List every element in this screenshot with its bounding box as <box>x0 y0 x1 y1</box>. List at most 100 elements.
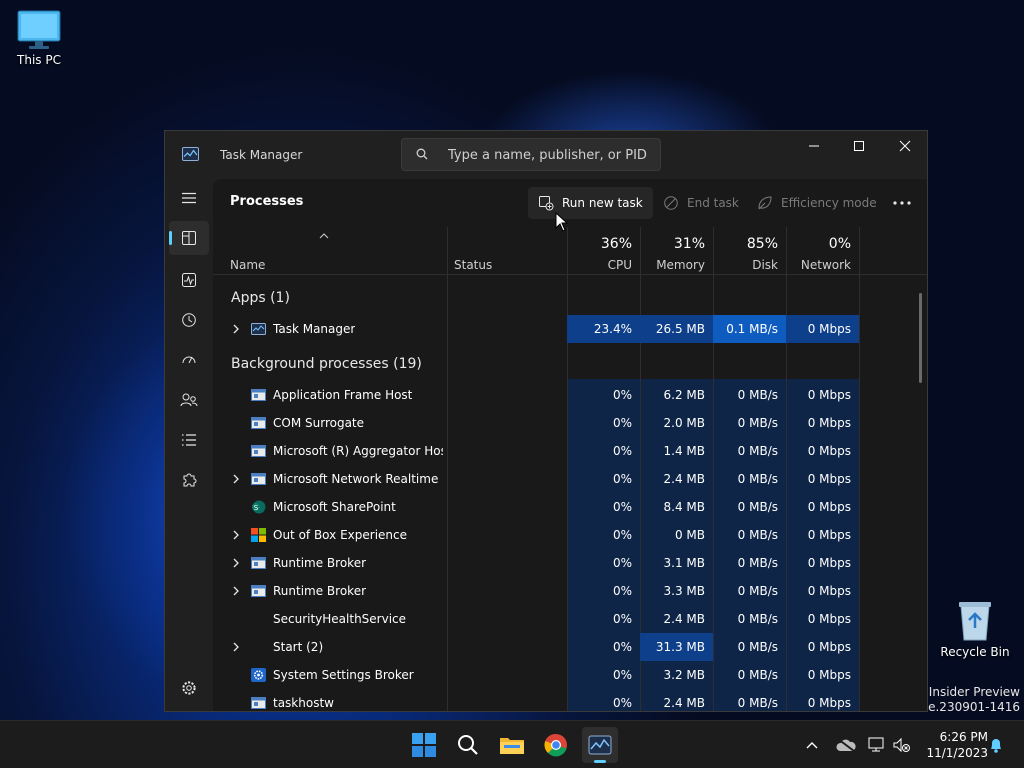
table-row[interactable]: taskhostw 0% 2.4 MB 0 MB/s 0 Mbps <box>213 689 927 711</box>
svg-text:S: S <box>254 504 259 512</box>
start-button[interactable] <box>406 727 442 763</box>
table-row[interactable]: COM Surrogate 0% 2.0 MB 0 MB/s 0 Mbps <box>213 409 927 437</box>
network-cell: 0 Mbps <box>807 584 851 598</box>
chevron-right-icon[interactable] <box>231 641 241 653</box>
minimize-button[interactable] <box>791 131 837 161</box>
run-new-task-button[interactable]: Run new task <box>528 187 653 219</box>
processes-icon <box>182 231 196 245</box>
notifications-button[interactable] <box>986 735 1006 755</box>
column-cpu[interactable]: 36% CPU <box>567 227 640 275</box>
cpu-cell: 0% <box>612 556 632 570</box>
efficiency-mode-label: Efficiency mode <box>781 196 877 210</box>
cpu-cell: 0% <box>612 528 632 542</box>
column-network[interactable]: 0% Network <box>786 227 859 275</box>
column-status[interactable]: Status <box>447 227 567 275</box>
cpu-cell: 0% <box>612 696 632 710</box>
puzzle-icon <box>183 473 197 487</box>
column-disk[interactable]: 85% Disk <box>713 227 786 275</box>
running-indicator <box>594 760 606 763</box>
speaker-muted-icon <box>893 737 910 753</box>
close-button[interactable] <box>882 131 927 161</box>
column-name[interactable]: Name <box>213 227 447 275</box>
title-bar[interactable]: Task Manager <box>165 131 927 179</box>
gear-icon <box>182 681 196 695</box>
process-name: Runtime Broker <box>273 584 367 598</box>
run-task-icon <box>539 196 554 211</box>
nav-startup-apps[interactable] <box>169 343 209 377</box>
group-header-apps[interactable]: Apps (1) <box>231 290 290 306</box>
taskbar-search-button[interactable] <box>450 727 486 763</box>
vertical-scrollbar[interactable] <box>919 293 922 383</box>
processes-panel: Processes Run new task End task Efficien… <box>213 179 927 711</box>
navigation-rail <box>165 179 213 711</box>
table-row[interactable]: Runtime Broker 0% 3.3 MB 0 MB/s 0 Mbps <box>213 577 927 605</box>
window-title: Task Manager <box>220 148 303 162</box>
cpu-cell: 0% <box>612 472 632 486</box>
disk-cell: 0 MB/s <box>737 528 778 542</box>
nav-users[interactable] <box>169 383 209 417</box>
nav-services[interactable] <box>169 463 209 497</box>
chrome-button[interactable] <box>538 727 574 763</box>
chevron-right-icon[interactable] <box>231 323 241 335</box>
cpu-cell: 0% <box>612 584 632 598</box>
leaf-icon <box>758 196 772 210</box>
nav-settings[interactable] <box>169 671 209 705</box>
chevron-right-icon[interactable] <box>231 585 241 597</box>
desktop-icon-recycle-bin[interactable]: Recycle Bin <box>940 598 1010 659</box>
table-row[interactable]: Out of Box Experience 0% 0 MB 0 MB/s 0 M… <box>213 521 927 549</box>
table-row[interactable]: Task Manager 23.4% 26.5 MB 0.1 MB/s 0 Mb… <box>213 315 927 343</box>
column-memory[interactable]: 31% Memory <box>640 227 713 275</box>
settings-gear-process-icon <box>251 668 266 682</box>
watermark-line1: ro Insider Preview <box>912 685 1020 699</box>
disk-cell: 0 MB/s <box>737 388 778 402</box>
end-task-button[interactable]: End task <box>653 187 749 219</box>
nav-app-history[interactable] <box>169 303 209 337</box>
maximize-button[interactable] <box>836 131 882 161</box>
table-row[interactable]: Runtime Broker 0% 3.1 MB 0 MB/s 0 Mbps <box>213 549 927 577</box>
table-row[interactable]: SecurityHealthService 0% 2.4 MB 0 MB/s 0… <box>213 605 927 633</box>
table-row[interactable]: System Settings Broker 0% 3.2 MB 0 MB/s … <box>213 661 927 689</box>
nav-processes[interactable] <box>169 221 209 255</box>
task-manager-taskbar-button[interactable] <box>582 727 618 763</box>
memory-cell: 26.5 MB <box>640 315 713 343</box>
window-process-icon <box>251 445 266 457</box>
close-icon <box>899 140 911 152</box>
cpu-cell: 0% <box>612 668 632 682</box>
network-cell: 0 Mbps <box>807 472 851 486</box>
window-process-icon <box>251 417 266 429</box>
table-row[interactable]: Start (2) 0% 31.3 MB 0 MB/s 0 Mbps <box>213 633 927 661</box>
volume-tray-icon[interactable] <box>892 735 912 755</box>
efficiency-mode-button[interactable]: Efficiency mode <box>747 187 887 219</box>
more-options-button[interactable] <box>885 187 919 219</box>
show-hidden-icons-button[interactable] <box>804 735 820 755</box>
table-row[interactable]: S Microsoft SharePoint 0% 8.4 MB 0 MB/s … <box>213 493 927 521</box>
network-cell: 0 Mbps <box>807 612 851 626</box>
onedrive-tray-icon[interactable] <box>834 735 858 755</box>
window-process-icon <box>251 557 266 569</box>
more-icon <box>893 201 911 205</box>
minimize-icon <box>809 145 819 147</box>
hamburger-icon <box>182 192 196 204</box>
table-row[interactable]: Microsoft Network Realtime I... 0% 2.4 M… <box>213 465 927 493</box>
search-input[interactable] <box>448 145 648 165</box>
process-name: COM Surrogate <box>273 416 365 430</box>
chevron-right-icon[interactable] <box>231 473 241 485</box>
search-box[interactable] <box>401 138 661 171</box>
monitor-icon <box>17 10 61 49</box>
desktop-icon-this-pc[interactable]: This PC <box>4 10 74 67</box>
file-explorer-button[interactable] <box>494 727 530 763</box>
network-tray-icon[interactable] <box>866 735 888 755</box>
active-indicator <box>169 231 172 245</box>
chevron-right-icon[interactable] <box>231 557 241 569</box>
nav-menu-button[interactable] <box>169 181 209 215</box>
nav-details[interactable] <box>169 423 209 457</box>
group-header-background[interactable]: Background processes (19) <box>231 356 422 372</box>
nav-performance[interactable] <box>169 263 209 297</box>
table-row[interactable]: Microsoft (R) Aggregator Host 0% 1.4 MB … <box>213 437 927 465</box>
table-row[interactable]: Application Frame Host 0% 6.2 MB 0 MB/s … <box>213 381 927 409</box>
taskbar-clock[interactable]: 6:26 PM 11/1/2023 <box>918 729 988 761</box>
page-title: Processes <box>230 194 304 209</box>
chevron-right-icon[interactable] <box>231 529 241 541</box>
network-cell: 0 Mbps <box>807 416 851 430</box>
window-process-icon <box>251 389 266 401</box>
